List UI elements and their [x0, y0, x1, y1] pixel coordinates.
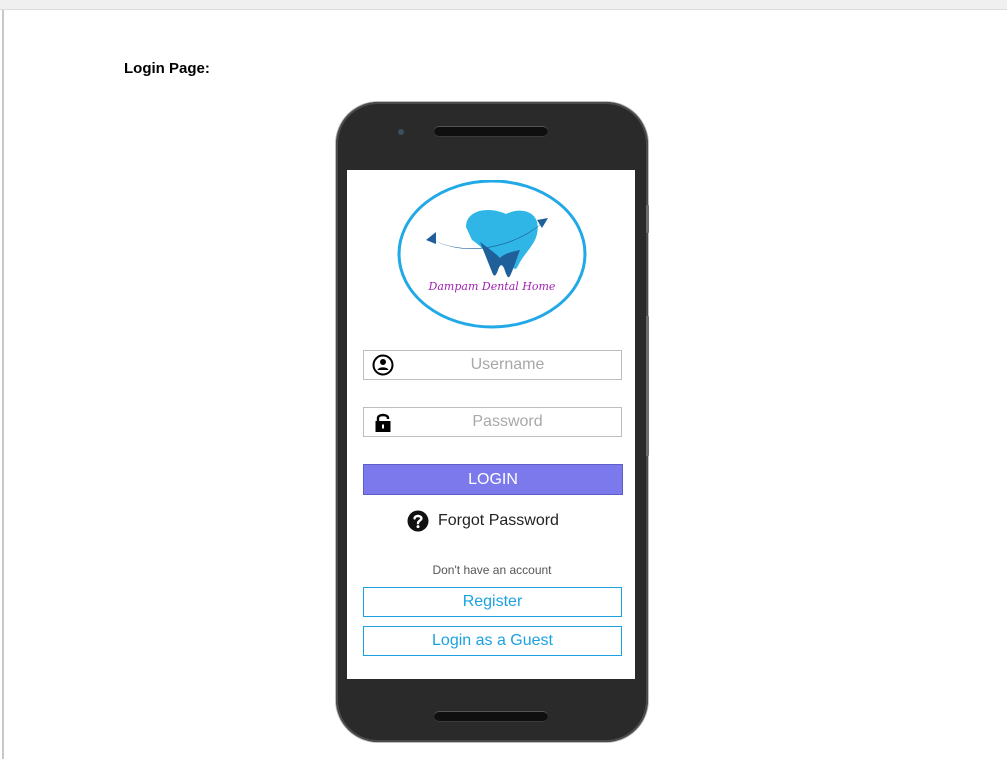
guest-login-button[interactable]: Login as a Guest	[363, 626, 622, 656]
phone-volume-button	[646, 316, 649, 456]
username-input[interactable]	[398, 351, 617, 379]
username-field	[363, 350, 622, 380]
no-account-text: Don't have an account	[432, 563, 552, 577]
top-toolbar-strip	[0, 0, 1007, 10]
forgot-password-link[interactable]: Forgot Password	[407, 510, 559, 532]
logo-caption: Dampam Dental Home	[428, 280, 556, 293]
page-heading: Login Page:	[124, 60, 210, 77]
user-circle-icon	[372, 354, 394, 376]
phone-camera	[398, 129, 404, 135]
app-logo: Dampam Dental Home	[397, 180, 587, 329]
password-input[interactable]	[398, 408, 617, 436]
login-button[interactable]: LOGIN	[363, 464, 623, 495]
register-button[interactable]: Register	[363, 587, 622, 617]
phone-speaker	[434, 126, 548, 136]
forgot-password-label: Forgot Password	[438, 512, 559, 529]
page-left-border	[2, 10, 4, 759]
question-circle-icon	[407, 510, 429, 532]
password-field	[363, 407, 622, 437]
lock-icon	[375, 413, 391, 432]
phone-side-button	[646, 205, 649, 233]
phone-home-bar	[434, 711, 548, 721]
